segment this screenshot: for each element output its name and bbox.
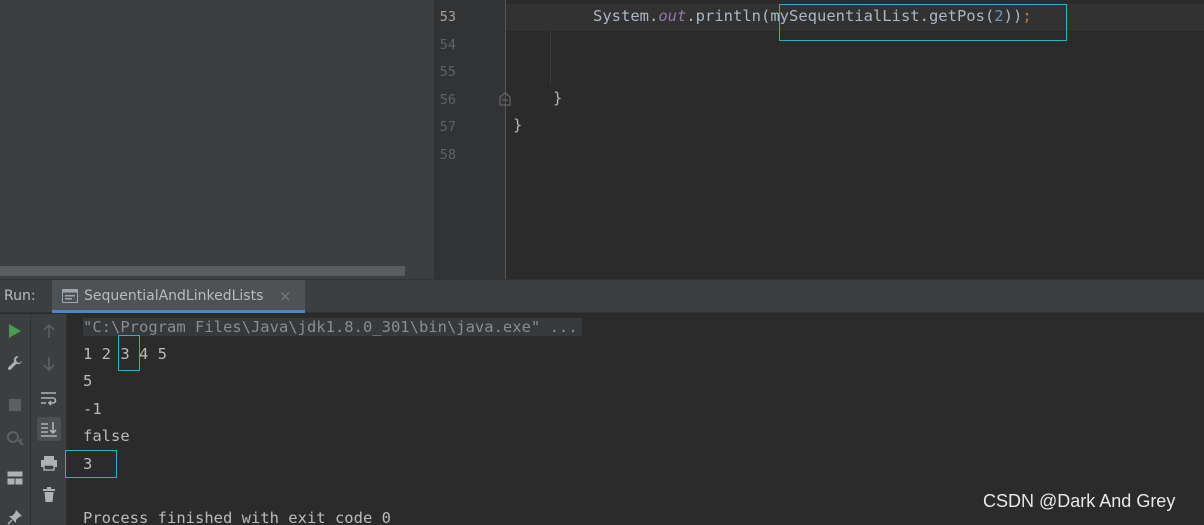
code-token-call: .println( xyxy=(686,7,771,25)
run-tab-sequential-and-linked-lists[interactable]: SequentialAndLinkedLists × xyxy=(52,280,305,313)
stop-button[interactable] xyxy=(3,393,27,417)
scroll-to-end-icon xyxy=(41,422,57,437)
scroll-to-end-button[interactable] xyxy=(37,417,61,441)
soft-wrap-button[interactable] xyxy=(37,386,61,410)
wrench-icon xyxy=(8,356,22,370)
line-number: 55 xyxy=(439,64,456,80)
print-button[interactable] xyxy=(37,451,61,475)
ide-top-area: 53 54 55 56 57 58 System.out.println(myS… xyxy=(0,0,1204,279)
run-toolbar-secondary xyxy=(30,314,67,525)
console-tab-icon xyxy=(62,289,78,303)
line-number: 53 xyxy=(439,9,456,25)
console-text: 1 2 xyxy=(83,345,121,363)
line-number: 56 xyxy=(439,92,456,108)
line-number: 54 xyxy=(439,37,456,53)
layout-button[interactable] xyxy=(3,466,27,490)
next-occurrence-button[interactable] xyxy=(37,352,61,376)
console-finish-line: Process finished with exit code 0 xyxy=(83,509,391,525)
annotation-box-output-three xyxy=(118,335,140,371)
layout-icon xyxy=(7,471,23,485)
annotation-box-result xyxy=(65,450,117,478)
pin-icon xyxy=(7,510,22,525)
console-command-text[interactable]: "C:\Program Files\Java\jdk1.8.0_301\bin\… xyxy=(83,318,582,336)
modify-run-config-button[interactable] xyxy=(3,351,27,375)
stop-icon xyxy=(9,399,21,411)
line-number: 57 xyxy=(439,119,456,135)
project-panel xyxy=(0,0,434,279)
console-command-line[interactable]: "C:\Program Files\Java\jdk1.8.0_301\bin\… xyxy=(83,318,582,336)
indent-guide xyxy=(550,30,551,85)
previous-occurrence-button[interactable] xyxy=(37,319,61,343)
trash-icon xyxy=(43,487,55,502)
close-icon[interactable]: × xyxy=(279,287,292,305)
console-output-line: 5 xyxy=(83,372,93,390)
annotation-box-code xyxy=(779,4,1067,41)
console-output-line: false xyxy=(83,427,130,445)
run-label: Run: xyxy=(4,288,36,304)
run-tool-window-header: Run: SequentialAndLinkedLists × xyxy=(0,280,1204,313)
run-toolbar-primary xyxy=(0,314,30,525)
horizontal-scrollbar-thumb[interactable] xyxy=(0,266,405,276)
watermark: CSDN @Dark And Grey xyxy=(983,491,1176,511)
console-output-line: -1 xyxy=(83,400,102,418)
rerun-button[interactable] xyxy=(3,319,27,343)
run-tab-title: SequentialAndLinkedLists xyxy=(84,288,264,304)
run-icon xyxy=(9,324,21,338)
code-line-57[interactable]: } xyxy=(513,116,522,134)
debug-settings-button[interactable] xyxy=(3,425,27,449)
fold-marker-icon[interactable] xyxy=(499,92,511,106)
code-token-field: out xyxy=(658,7,687,25)
code-line-56[interactable]: } xyxy=(553,89,562,107)
code-token-receiver: System. xyxy=(593,7,659,25)
code-editor[interactable] xyxy=(506,0,1204,279)
line-number: 58 xyxy=(439,147,456,163)
down-arrow-icon xyxy=(43,357,55,372)
soft-wrap-icon xyxy=(41,392,57,406)
debug-settings-icon xyxy=(7,431,24,446)
clear-all-button[interactable] xyxy=(37,483,61,507)
print-icon xyxy=(41,456,57,471)
pin-tab-button[interactable] xyxy=(3,505,27,525)
up-arrow-icon xyxy=(43,323,55,338)
